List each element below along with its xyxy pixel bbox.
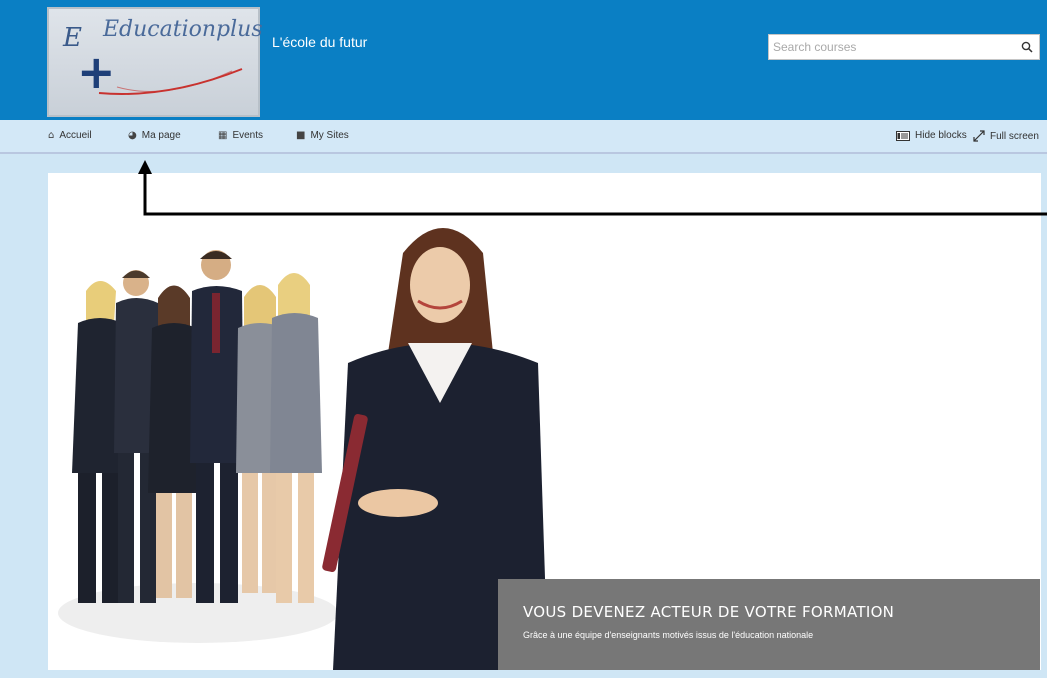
- logo-swoosh-icon: [98, 68, 243, 95]
- home-icon: ⌂: [48, 130, 55, 141]
- search-icon: [1021, 41, 1033, 53]
- nav-item-label: Events: [232, 130, 264, 141]
- slide-caption: VOUS DEVENEZ ACTEUR DE VOTRE FORMATION G…: [498, 579, 1040, 670]
- search-button[interactable]: [1015, 35, 1039, 59]
- site-header: E Educationplus + L'école du futur: [0, 0, 1047, 120]
- nav-item-label: Ma page: [141, 130, 181, 141]
- logo-name: Educationplus: [103, 17, 263, 42]
- search-form: [768, 34, 1040, 60]
- nav-item-label: Accueil: [59, 130, 92, 141]
- search-input[interactable]: [769, 35, 1015, 59]
- site-logo[interactable]: E Educationplus +: [47, 7, 263, 117]
- hide-blocks-icon: [896, 130, 910, 141]
- hide-blocks-label: Hide blocks: [915, 130, 967, 141]
- caption-title: VOUS DEVENEZ ACTEUR DE VOTRE FORMATION: [523, 603, 895, 621]
- dashboard-icon: ◕: [128, 130, 137, 141]
- expand-icon: [973, 130, 985, 142]
- nav-item-ma-page[interactable]: ◕ Ma page: [128, 130, 181, 141]
- caption-subtitle: Grâce à une équipe d'enseignants motivés…: [523, 630, 814, 640]
- nav-item-label: My Sites: [310, 130, 349, 141]
- full-screen-label: Full screen: [990, 130, 1039, 142]
- nav-item-events[interactable]: ▦ Events: [218, 130, 263, 141]
- hero-photo: [48, 173, 568, 670]
- full-screen-button[interactable]: Full screen: [973, 130, 1039, 142]
- navbar: ⌂ Accueil ◕ Ma page ▦ Events ■ My Sites …: [0, 120, 1047, 154]
- hero-slider[interactable]: VOUS DEVENEZ ACTEUR DE VOTRE FORMATION G…: [48, 173, 1041, 670]
- briefcase-icon: ■: [296, 130, 306, 141]
- nav-item-my-sites[interactable]: ■ My Sites: [296, 130, 349, 141]
- hide-blocks-button[interactable]: Hide blocks: [896, 130, 967, 141]
- nav-item-accueil[interactable]: ⌂ Accueil: [48, 130, 92, 141]
- site-title[interactable]: L'école du futur: [272, 34, 367, 50]
- calendar-icon: ▦: [218, 130, 228, 141]
